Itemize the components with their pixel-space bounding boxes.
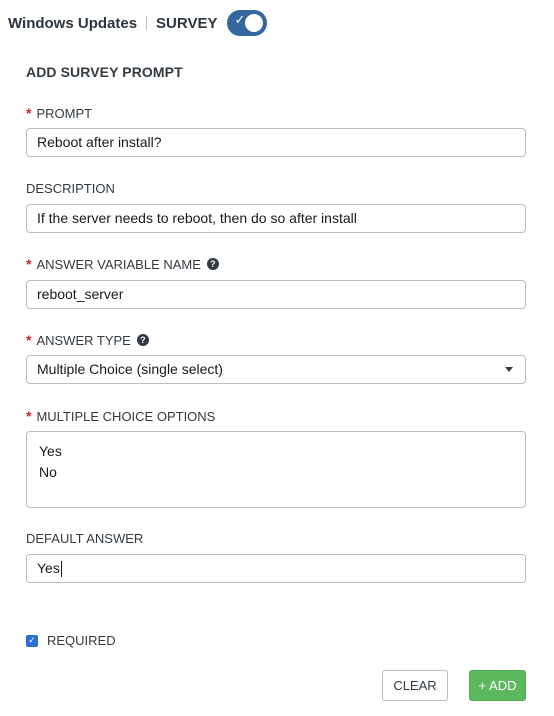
answer-type-label-row: * ANSWER TYPE ? [26, 332, 149, 348]
survey-label: SURVEY [156, 14, 218, 32]
required-asterisk: * [26, 408, 32, 424]
default-answer-value: Yes [37, 560, 60, 576]
choice-option: No [39, 464, 57, 480]
toggle-knob [245, 14, 264, 32]
choice-option: Yes [39, 443, 62, 459]
default-answer-label: DEFAULT ANSWER [26, 531, 144, 546]
required-label: REQUIRED [47, 633, 116, 648]
required-asterisk: * [26, 332, 32, 348]
required-row: ✓ REQUIRED [26, 633, 116, 648]
answer-type-select[interactable]: Multiple Choice (single select) [26, 355, 526, 384]
required-asterisk: * [26, 105, 32, 121]
description-label-row: DESCRIPTION [26, 181, 115, 196]
description-label: DESCRIPTION [26, 181, 115, 196]
multiple-choice-label-row: * MULTIPLE CHOICE OPTIONS [26, 408, 215, 424]
prompt-label: PROMPT [36, 105, 93, 121]
default-answer-label-row: DEFAULT ANSWER [26, 531, 143, 546]
text-cursor [60, 561, 62, 578]
prompt-label-row: * PROMPT [26, 105, 92, 121]
add-button[interactable]: + ADD [469, 670, 526, 701]
section-title: ADD SURVEY PROMPT [26, 64, 183, 80]
survey-toggle[interactable]: ✓ [227, 10, 268, 36]
multiple-choice-textarea[interactable]: Yes No [26, 431, 526, 508]
default-answer-input[interactable]: Yes [26, 554, 526, 583]
checkmark-icon: ✓ [234, 13, 246, 28]
answer-type-label: ANSWER TYPE [36, 332, 131, 348]
description-input[interactable]: If the server needs to reboot, then do s… [26, 204, 526, 233]
answer-variable-input[interactable]: reboot_server [26, 280, 526, 309]
required-checkbox[interactable]: ✓ [26, 634, 38, 647]
chevron-down-icon [505, 367, 513, 372]
help-icon[interactable]: ? [206, 258, 219, 270]
clear-button[interactable]: CLEAR [382, 670, 448, 701]
page-header: Windows Updates SURVEY ✓ [8, 8, 268, 38]
help-icon[interactable]: ? [136, 334, 149, 346]
template-title: Windows Updates [8, 14, 138, 32]
multiple-choice-label: MULTIPLE CHOICE OPTIONS [36, 408, 216, 424]
required-asterisk: * [26, 256, 32, 272]
prompt-input[interactable]: Reboot after install? [26, 128, 526, 157]
answer-variable-label-row: * ANSWER VARIABLE NAME ? [26, 256, 219, 272]
header-divider [146, 16, 148, 30]
answer-variable-label: ANSWER VARIABLE NAME [36, 256, 201, 272]
answer-type-value: Multiple Choice (single select) [37, 361, 223, 377]
